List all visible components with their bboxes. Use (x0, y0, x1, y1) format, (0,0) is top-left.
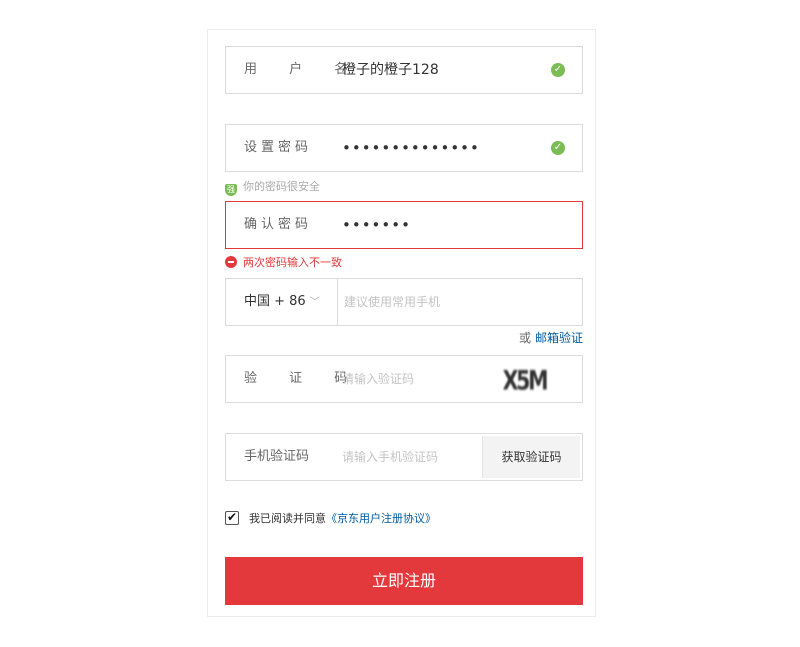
captcha-text: X5M (503, 365, 549, 396)
chevron-down-icon: ﹀ (309, 297, 320, 308)
confirm-password-error: 两次密码输入不一致 (225, 256, 342, 270)
register-button[interactable]: 立即注册 (225, 557, 583, 605)
sms-code-input[interactable]: 请输入手机验证码 (342, 434, 438, 480)
username-value[interactable]: 橙子的橙子128 (342, 47, 439, 93)
sms-code-label: 手机验证码 (244, 449, 310, 464)
password-hint-text: 你的密码很安全 (243, 180, 320, 193)
country-code-select[interactable]: 中国 + 86 ﹀ (226, 279, 338, 325)
confirm-password-field[interactable]: 确认密码 ••••••• (225, 201, 583, 249)
agreement-row: ✔ 我已阅读并同意《京东用户注册协议》 (225, 510, 436, 527)
password-field[interactable]: 设置密码 •••••••••••••• ✓ (225, 124, 583, 172)
sms-code-field: 手机验证码 请输入手机验证码 获取验证码 (225, 433, 583, 481)
check-circle-icon: ✓ (551, 141, 565, 155)
agreement-link[interactable]: 《京东用户注册协议》 (326, 512, 436, 525)
username-field[interactable]: 用 户 名 橙子的橙子128 ✓ (225, 46, 583, 94)
shield-icon: 强 (225, 184, 237, 196)
get-sms-code-button[interactable]: 获取验证码 (482, 436, 580, 478)
check-circle-icon: ✓ (551, 63, 565, 77)
email-verify-link[interactable]: 邮箱验证 (535, 331, 583, 345)
captcha-field: 验 证 码 请输入验证码 X5M (225, 355, 583, 403)
password-value[interactable]: •••••••••••••• (342, 125, 480, 171)
confirm-password-label: 确认密码 (244, 217, 313, 232)
alt-verify-line: 或邮箱验证 (519, 329, 583, 346)
country-code-value: 中国 + 86 (244, 294, 306, 309)
password-label: 设置密码 (244, 140, 313, 155)
confirm-password-value[interactable]: ••••••• (342, 202, 411, 248)
password-strength-hint: 强你的密码很安全 (225, 180, 320, 196)
captcha-input[interactable]: 请输入验证码 (342, 356, 414, 402)
checkmark-icon: ✔ (227, 510, 238, 524)
agreement-text: 我已阅读并同意 (249, 512, 326, 525)
phone-field: 中国 + 86 ﹀ 建议使用常用手机 (225, 278, 583, 326)
phone-input[interactable]: 建议使用常用手机 (344, 279, 440, 325)
minus-circle-icon (225, 256, 237, 268)
agreement-checkbox[interactable]: ✔ (225, 510, 239, 525)
confirm-error-text: 两次密码输入不一致 (243, 256, 342, 269)
or-text: 或 (518, 331, 531, 345)
captcha-image[interactable]: X5M (501, 362, 551, 396)
